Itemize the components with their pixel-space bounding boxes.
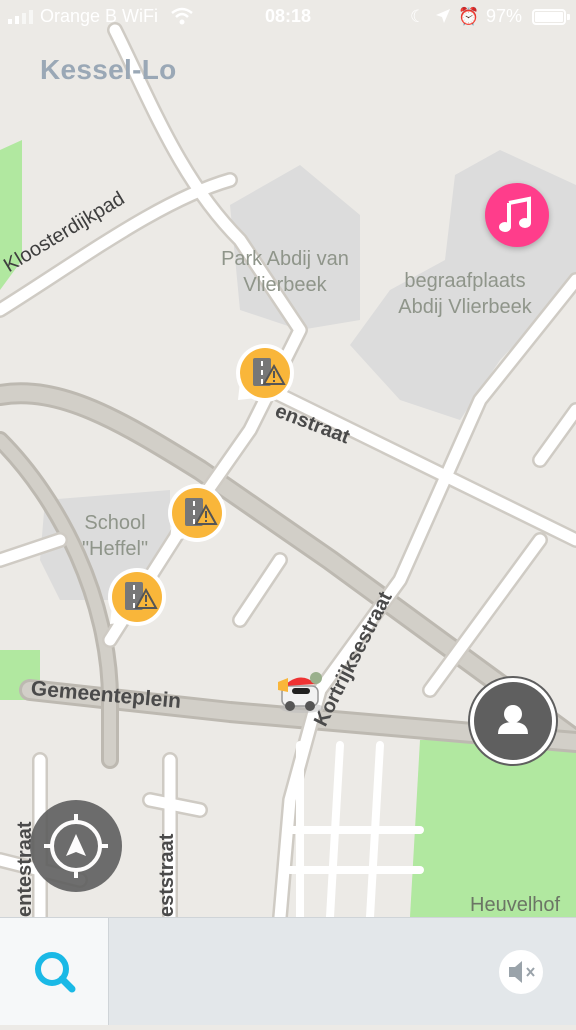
- area-name: Kessel-Lo: [40, 54, 177, 85]
- place-park-line2: Vlierbeek: [243, 274, 327, 296]
- recenter-button[interactable]: [30, 800, 122, 892]
- place-school-line2: "Heffel": [81, 538, 149, 560]
- music-note-icon: [499, 196, 531, 232]
- place-park-line1: Park Abdij van: [221, 248, 349, 270]
- me-button[interactable]: [470, 678, 556, 764]
- place-cemetery-line1: begraafplaats: [404, 270, 526, 292]
- location-arrow-icon: [436, 9, 450, 23]
- place-cemetery-line2: Abdij Vlierbeek: [398, 296, 532, 318]
- mute-button[interactable]: [499, 950, 543, 994]
- place-park-abdij: Park Abdij van Vlierbeek: [200, 246, 370, 298]
- recenter-arrow-icon: [44, 814, 108, 878]
- bottom-bar: [0, 917, 576, 1025]
- place-cemetery: begraafplaats Abdij Vlierbeek: [380, 268, 550, 320]
- speaker-muted-icon: [509, 961, 535, 983]
- road-label-eststraat: eststraat: [156, 833, 178, 917]
- park-area-heuvelhof: [410, 740, 576, 917]
- battery-percent: 97%: [485, 6, 522, 26]
- search-button[interactable]: [0, 918, 109, 1025]
- status-bar: Orange B WiFi 08:18 ☾ ⏰ 97%: [0, 0, 576, 34]
- alarm-icon: ⏰: [458, 7, 480, 26]
- moon-icon: ☾: [410, 7, 426, 26]
- place-school: School "Heffel": [65, 510, 165, 562]
- place-school-line1: School: [84, 512, 146, 534]
- person-icon: [498, 705, 528, 734]
- place-heuvelhof: Heuvelhof: [470, 894, 561, 916]
- search-icon: [35, 952, 76, 993]
- road-closed-warning-icon[interactable]: [234, 342, 296, 404]
- road-closed-warning-icon[interactable]: [106, 566, 168, 628]
- battery-tip: [567, 14, 570, 20]
- music-button[interactable]: [485, 183, 549, 247]
- battery-icon: [532, 9, 566, 25]
- road-closed-warning-icon[interactable]: [166, 482, 228, 544]
- car-avatar-icon[interactable]: [272, 668, 328, 716]
